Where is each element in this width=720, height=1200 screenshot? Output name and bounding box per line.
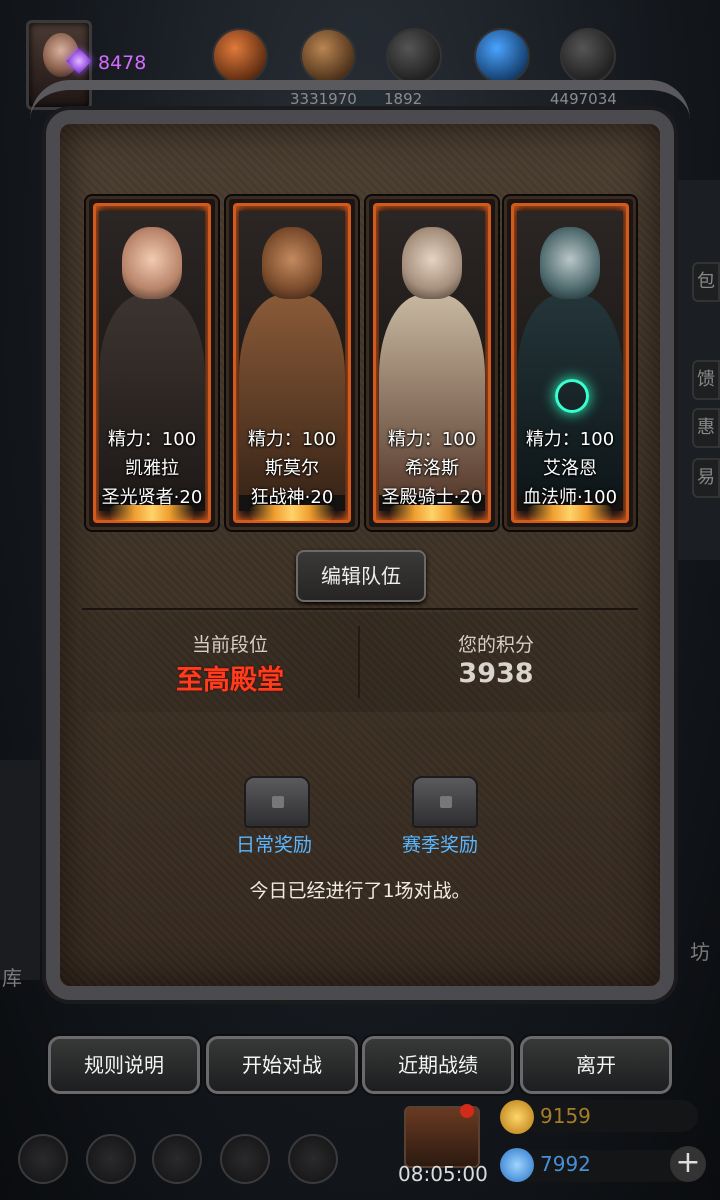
mail-icon[interactable]: [220, 1134, 270, 1184]
hero-stamina: 精力：100: [387, 429, 477, 450]
background-building-left: [0, 760, 40, 980]
hero-head: [122, 227, 182, 299]
sun-emblem-icon: [389, 505, 475, 521]
hero-info: 精力：100 艾洛恩 血法师·100: [507, 425, 633, 512]
star-icon[interactable]: [86, 1134, 136, 1184]
tier-value: 至高殿堂: [176, 665, 284, 696]
edge-label-left: 库: [2, 966, 22, 990]
rules-button[interactable]: 规则说明: [48, 1036, 200, 1094]
resource-leather-icon[interactable]: [300, 28, 356, 84]
sun-emblem-icon: [109, 505, 195, 521]
rank-separator: [358, 626, 360, 698]
hero-stamina: 精力：100: [247, 429, 337, 450]
resource-anvil-icon[interactable]: [560, 28, 616, 84]
hero-head: [402, 227, 462, 299]
hero-head: [262, 227, 322, 299]
battle-count-note: 今日已经进行了1场对战。: [249, 880, 471, 902]
sun-emblem-icon: [249, 505, 335, 521]
season-reward-link[interactable]: 赛季奖励: [402, 830, 478, 857]
gem-count: 8478: [98, 52, 147, 74]
daily-reward-link[interactable]: 日常奖励: [236, 830, 312, 857]
side-tab-offer[interactable]: 惠: [692, 408, 720, 448]
hero-info: 精力：100 凯雅拉 圣光贤者·20: [89, 425, 215, 512]
leave-button[interactable]: 离开: [520, 1036, 672, 1094]
resource-iron-icon[interactable]: [386, 28, 442, 84]
hero-stamina: 精力：100: [525, 429, 615, 450]
gift-timer: 08:05:00: [398, 1162, 488, 1186]
hero-head: [540, 227, 600, 299]
hero-info: 精力：100 斯莫尔 狂战神·20: [229, 425, 355, 512]
daily-chest-icon[interactable]: [244, 776, 310, 828]
add-currency-button[interactable]: +: [670, 1146, 706, 1182]
hero-card[interactable]: 精力：100 艾洛恩 血法师·100: [504, 196, 636, 530]
season-chest-icon[interactable]: [412, 776, 478, 828]
resource-orb-icon[interactable]: [212, 28, 268, 84]
hero-card[interactable]: 精力：100 斯莫尔 狂战神·20: [226, 196, 358, 530]
edge-label-right: 坊: [690, 940, 710, 964]
tier-label: 当前段位: [191, 634, 268, 656]
hero-card[interactable]: 精力：100 凯雅拉 圣光贤者·20: [86, 196, 218, 530]
hero-name: 艾洛恩: [543, 458, 597, 479]
hero-info: 精力：100 希洛斯 圣殿骑士·20: [369, 425, 495, 512]
points-value: 3938: [458, 658, 534, 689]
diamond-count: 7992: [540, 1152, 591, 1176]
settings-icon[interactable]: [18, 1134, 68, 1184]
side-tab-bag[interactable]: 包: [692, 262, 720, 302]
panel-frame-top: [30, 80, 690, 140]
moon-emblem-icon: [527, 505, 613, 521]
castle-icon[interactable]: [152, 1134, 202, 1184]
edit-team-button[interactable]: 编辑队伍: [296, 550, 426, 602]
hero-name: 凯雅拉: [125, 458, 179, 479]
divider: [82, 608, 638, 610]
gold-coin-icon: [500, 1100, 534, 1134]
side-tab-gift[interactable]: 馈: [692, 360, 720, 400]
side-tab-trade[interactable]: 易: [692, 458, 720, 498]
hero-name: 希洛斯: [405, 458, 459, 479]
resource-crystal-icon[interactable]: [474, 28, 530, 84]
gold-count: 9159: [540, 1104, 591, 1128]
points-label: 您的积分: [457, 634, 534, 656]
start-battle-button[interactable]: 开始对战: [206, 1036, 358, 1094]
magic-orb-icon: [555, 379, 589, 413]
hero-stamina: 精力：100: [107, 429, 197, 450]
hero-name: 斯莫尔: [265, 458, 319, 479]
cube-icon[interactable]: [288, 1134, 338, 1184]
hero-card[interactable]: 精力：100 希洛斯 圣殿骑士·20: [366, 196, 498, 530]
recent-record-button[interactable]: 近期战绩: [362, 1036, 514, 1094]
notification-dot: [460, 1104, 474, 1118]
diamond-icon: [500, 1148, 534, 1182]
